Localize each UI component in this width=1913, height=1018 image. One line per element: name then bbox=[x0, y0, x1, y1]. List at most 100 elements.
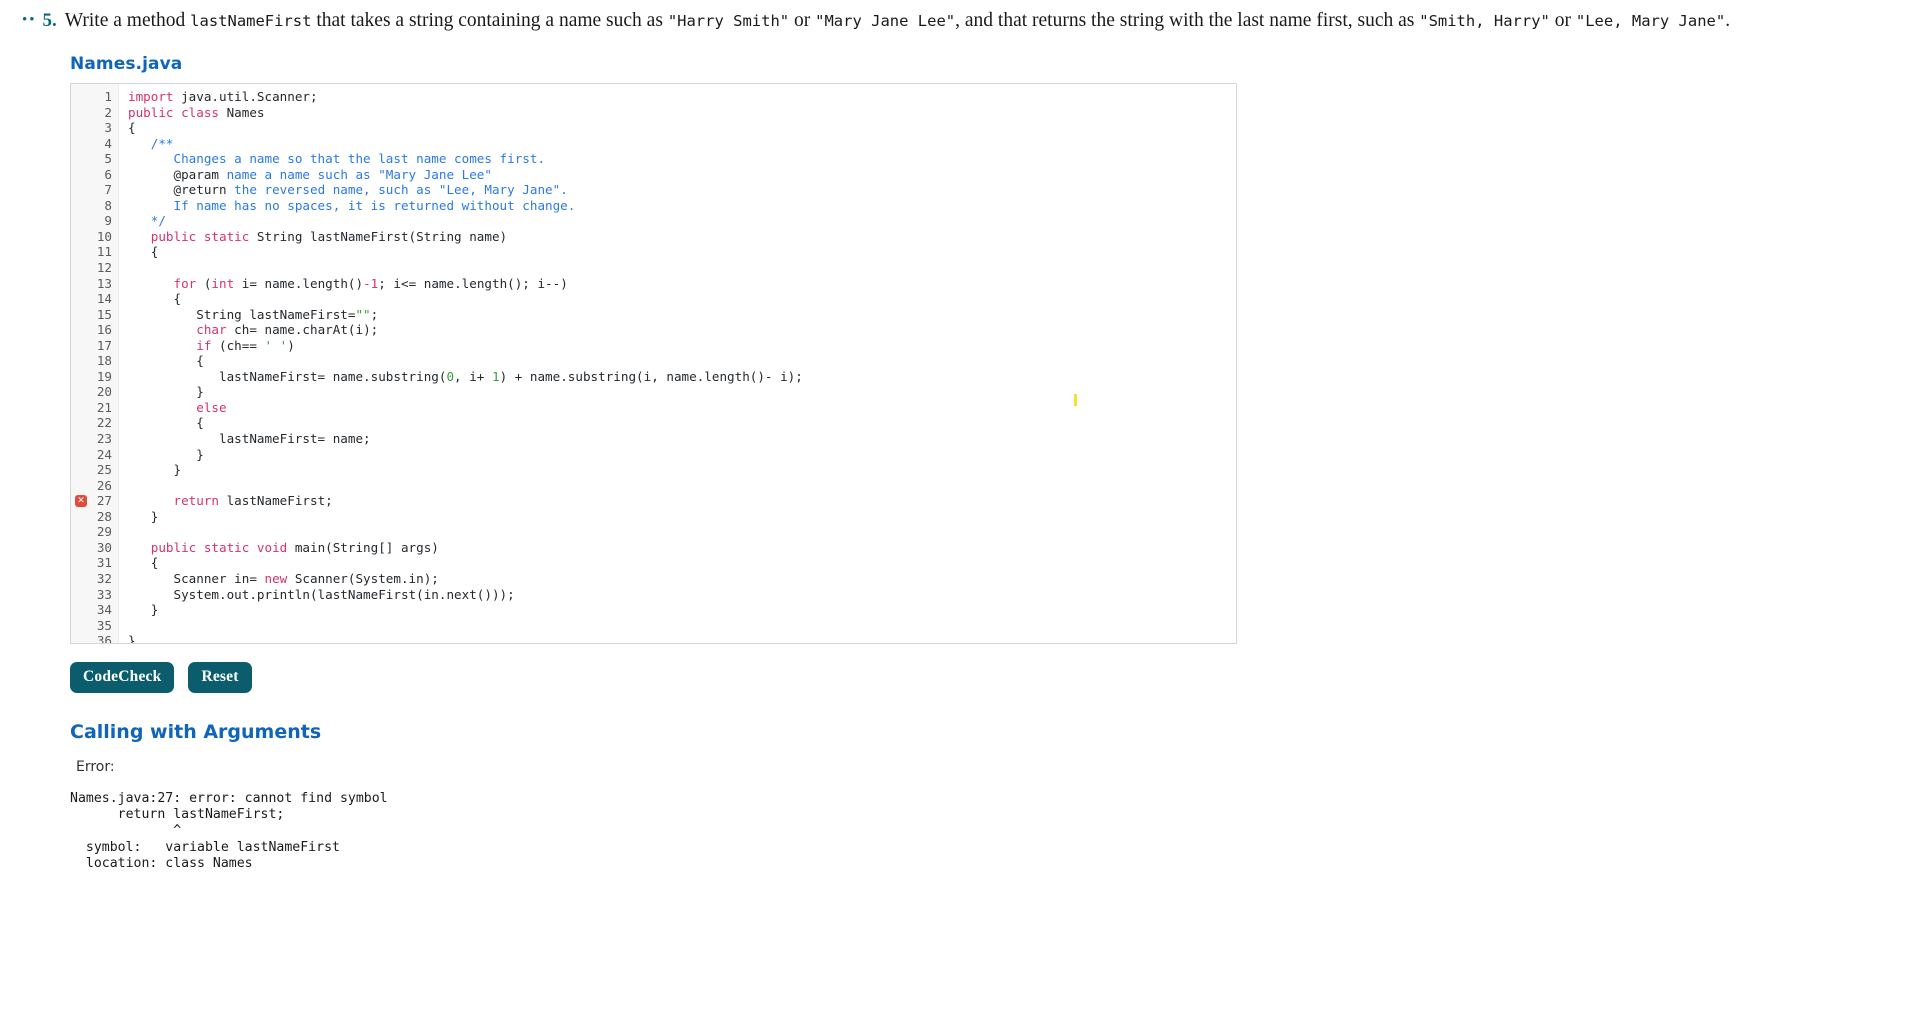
code-token bbox=[128, 167, 174, 182]
file-name-label: Names.java bbox=[70, 54, 1913, 74]
code-line[interactable]: } bbox=[128, 462, 1236, 478]
code-line[interactable] bbox=[128, 260, 1236, 276]
code-line[interactable]: else bbox=[128, 400, 1236, 416]
line-number: 19 bbox=[93, 369, 112, 385]
code-line[interactable]: lastNameFirst= name.substring(0, i+ 1) +… bbox=[128, 369, 1236, 385]
editor-marker-cell bbox=[71, 260, 93, 276]
code-token: Names bbox=[219, 105, 265, 120]
error-x-icon[interactable]: ✕ bbox=[75, 495, 87, 507]
code-token: char bbox=[196, 322, 226, 337]
code-line[interactable]: { bbox=[128, 120, 1236, 136]
code-token: } bbox=[128, 509, 158, 524]
editor-line-number-gutter: 1234567891011121314151617181920212223242… bbox=[93, 84, 119, 643]
code-token: { bbox=[128, 353, 204, 368]
code-line[interactable]: { bbox=[128, 291, 1236, 307]
editor-marker-cell bbox=[71, 633, 93, 644]
code-line[interactable]: */ bbox=[128, 213, 1236, 229]
line-number: 7 bbox=[93, 182, 112, 198]
code-token: main(String[] args) bbox=[287, 540, 439, 555]
editor-marker-cell bbox=[71, 369, 93, 385]
line-number: 1 bbox=[93, 89, 112, 105]
editor-marker-cell bbox=[71, 167, 93, 183]
editor-marker-cell bbox=[71, 587, 93, 603]
prompt-seg-3: or bbox=[789, 10, 815, 31]
editor-marker-cell bbox=[71, 276, 93, 292]
editor-marker-cell bbox=[71, 89, 93, 105]
code-token: If name has no spaces, it is returned wi… bbox=[174, 198, 576, 213]
code-token bbox=[128, 276, 174, 291]
code-editor[interactable]: ✕ 12345678910111213141516171819202122232… bbox=[70, 83, 1237, 644]
code-token: return bbox=[174, 493, 220, 508]
editor-marker-cell bbox=[71, 338, 93, 354]
codecheck-button[interactable]: CodeCheck bbox=[70, 662, 174, 693]
editor-code-area[interactable]: import java.util.Scanner;public class Na… bbox=[119, 84, 1236, 643]
code-line[interactable]: System.out.println(lastNameFirst(in.next… bbox=[128, 587, 1236, 603]
code-line[interactable] bbox=[128, 524, 1236, 540]
code-token: name a name such as "Mary Jane Lee" bbox=[219, 167, 492, 182]
code-line[interactable]: { bbox=[128, 555, 1236, 571]
code-line[interactable]: Changes a name so that the last name com… bbox=[128, 151, 1236, 167]
code-token: String lastNameFirst= bbox=[128, 307, 355, 322]
editor-marker-cell bbox=[71, 307, 93, 323]
code-line[interactable] bbox=[128, 478, 1236, 494]
editor-marker-cell bbox=[71, 244, 93, 260]
code-line[interactable]: String lastNameFirst=""; bbox=[128, 307, 1236, 323]
code-line[interactable]: lastNameFirst= name; bbox=[128, 431, 1236, 447]
code-line[interactable]: return lastNameFirst; bbox=[128, 493, 1236, 509]
code-line[interactable]: { bbox=[128, 244, 1236, 260]
prompt-seg-1: Write a method bbox=[65, 10, 190, 31]
editor-marker-cell bbox=[71, 462, 93, 478]
code-token bbox=[128, 136, 151, 151]
code-line[interactable]: } bbox=[128, 633, 1236, 644]
code-token bbox=[128, 213, 151, 228]
code-token: ( bbox=[196, 276, 211, 291]
line-number: 32 bbox=[93, 571, 112, 587]
editor-marker-cell bbox=[71, 136, 93, 152]
code-line[interactable]: public static String lastNameFirst(Strin… bbox=[128, 229, 1236, 245]
editor-marker-cell bbox=[71, 415, 93, 431]
code-token: lastNameFirst= name.substring( bbox=[128, 369, 446, 384]
line-number: 34 bbox=[93, 602, 112, 618]
prompt-seg-2: that takes a string containing a name su… bbox=[311, 10, 667, 31]
code-line[interactable]: @return the reversed name, such as "Lee,… bbox=[128, 182, 1236, 198]
prompt-code-method: lastNameFirst bbox=[190, 12, 311, 30]
code-line[interactable]: /** bbox=[128, 136, 1236, 152]
code-line[interactable]: If name has no spaces, it is returned wi… bbox=[128, 198, 1236, 214]
code-token bbox=[128, 229, 151, 244]
editor-marker-cell bbox=[71, 555, 93, 571]
code-line[interactable]: } bbox=[128, 509, 1236, 525]
code-token: } bbox=[128, 462, 181, 477]
code-line[interactable]: import java.util.Scanner; bbox=[128, 89, 1236, 105]
code-line[interactable]: Scanner in= new Scanner(System.in); bbox=[128, 571, 1236, 587]
editor-marker-cell bbox=[71, 120, 93, 136]
code-token: } bbox=[128, 447, 204, 462]
code-token: { bbox=[128, 120, 136, 135]
code-line[interactable]: } bbox=[128, 447, 1236, 463]
line-number: 16 bbox=[93, 322, 112, 338]
reset-button[interactable]: Reset bbox=[188, 662, 251, 693]
code-line[interactable]: if (ch== ' ') bbox=[128, 338, 1236, 354]
prompt-code-result-2: "Lee, Mary Jane" bbox=[1576, 12, 1725, 30]
code-token: int bbox=[211, 276, 234, 291]
code-line[interactable]: char ch= name.charAt(i); bbox=[128, 322, 1236, 338]
code-line[interactable]: public static void main(String[] args) bbox=[128, 540, 1236, 556]
code-token: new bbox=[264, 571, 287, 586]
editor-marker-cell bbox=[71, 198, 93, 214]
editor-marker-cell bbox=[71, 618, 93, 634]
editor-marker-cell bbox=[71, 229, 93, 245]
code-token: the reversed name, such as "Lee, Mary Ja… bbox=[227, 182, 568, 197]
code-line[interactable] bbox=[128, 618, 1236, 634]
code-token: -1 bbox=[363, 276, 378, 291]
editor-marker-cell bbox=[71, 400, 93, 416]
code-line[interactable]: } bbox=[128, 602, 1236, 618]
line-number: 18 bbox=[93, 353, 112, 369]
code-line[interactable]: { bbox=[128, 353, 1236, 369]
code-line[interactable]: } bbox=[128, 384, 1236, 400]
code-line[interactable]: for (int i= name.length()-1; i<= name.le… bbox=[128, 276, 1236, 292]
code-line[interactable]: public class Names bbox=[128, 105, 1236, 121]
line-number: 30 bbox=[93, 540, 112, 556]
code-line[interactable]: { bbox=[128, 415, 1236, 431]
prompt-seg-6: . bbox=[1725, 10, 1730, 31]
code-token bbox=[128, 182, 174, 197]
code-line[interactable]: @param name a name such as "Mary Jane Le… bbox=[128, 167, 1236, 183]
